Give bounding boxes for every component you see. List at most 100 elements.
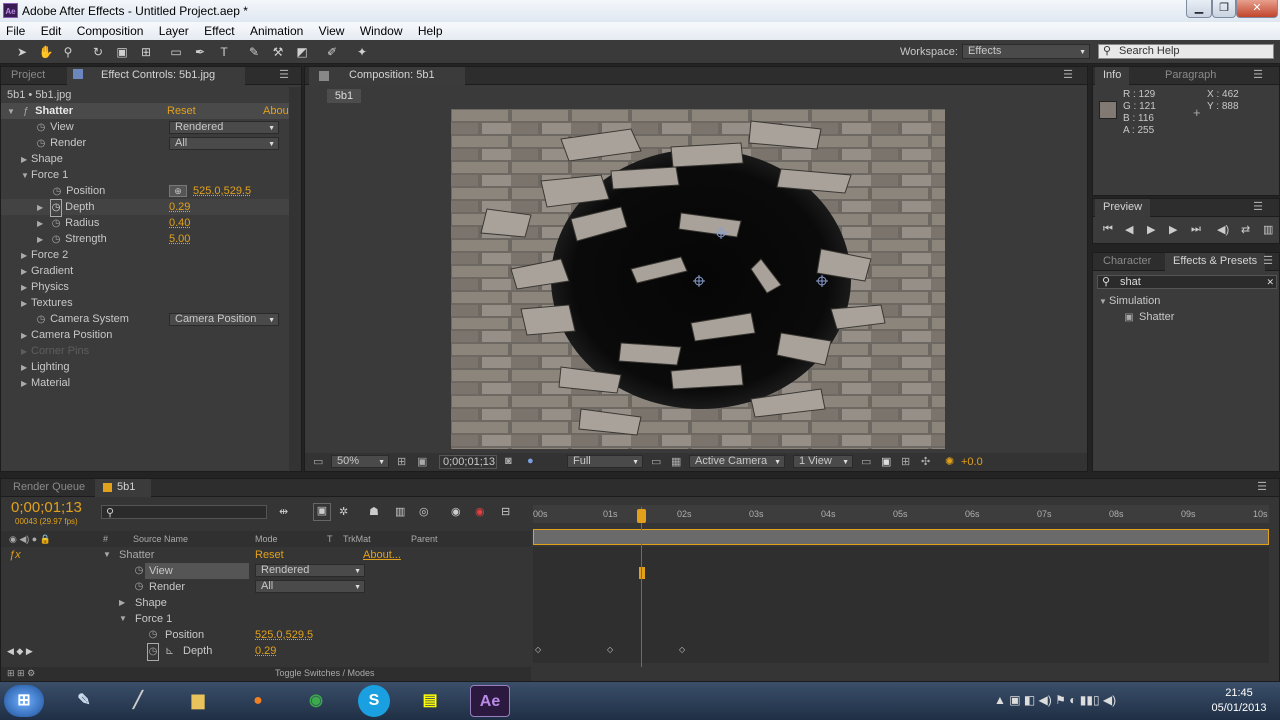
radius-value[interactable]: 0.40 — [169, 215, 190, 231]
stopwatch-icon[interactable]: ◷ — [35, 120, 47, 136]
next-frame-icon[interactable]: ▶ — [1169, 223, 1177, 236]
panel-menu-icon[interactable]: ☰ — [1263, 254, 1273, 267]
graph-editor-icon[interactable]: ⊟ — [501, 505, 510, 518]
crosshair-icon[interactable]: ⊕ — [169, 185, 187, 197]
group-textures[interactable]: ▶ Textures — [1, 295, 73, 311]
pan-behind-tool-icon[interactable]: ⊞ — [138, 44, 154, 60]
current-time-indicator[interactable] — [641, 507, 642, 667]
tab-paragraph[interactable]: Paragraph — [1157, 67, 1224, 85]
position-value[interactable]: 525.0,529.5 — [193, 183, 251, 199]
start-button-icon[interactable]: ⊞ — [4, 685, 44, 717]
current-time-display[interactable]: 0;00;01;13 — [439, 455, 497, 469]
category-simulation[interactable]: ▼ Simulation — [1099, 293, 1160, 309]
pen-icon[interactable]: ╱ — [118, 685, 158, 717]
brainstorm-icon[interactable]: ◉ — [451, 505, 461, 518]
menu-window[interactable]: Window — [354, 22, 409, 38]
stopwatch-icon[interactable]: ◷ — [35, 312, 47, 328]
rotate-tool-icon[interactable]: ↻ — [90, 44, 106, 60]
view-layout-select[interactable]: 1 View — [793, 455, 853, 468]
maximize-button[interactable]: ❐ — [1212, 0, 1236, 18]
exposure-value[interactable]: +0.0 — [961, 456, 983, 468]
pixel-aspect-icon[interactable]: ▭ — [861, 455, 871, 468]
menu-animation[interactable]: Animation — [244, 22, 309, 38]
menu-file[interactable]: File — [0, 22, 31, 38]
stopwatch-icon[interactable]: ◷ — [147, 627, 159, 643]
camera-system-select[interactable]: Camera Position — [169, 313, 279, 326]
previous-frame-icon[interactable]: ◀ — [1125, 223, 1133, 236]
panel-menu-icon[interactable]: ☰ — [1257, 480, 1267, 493]
group-material[interactable]: ▶ Material — [1, 375, 70, 391]
pen-tool-icon[interactable]: ✒ — [192, 44, 208, 60]
keyframe-diamond-icon[interactable]: ◇ — [535, 645, 541, 654]
menu-composition[interactable]: Composition — [71, 22, 150, 38]
group-shape[interactable]: ▶ Shape — [1, 151, 63, 167]
snapshot-icon[interactable]: ◙ — [505, 455, 512, 467]
ram-preview-icon[interactable]: ▥ — [1263, 223, 1273, 236]
tab-project[interactable]: Project — [3, 67, 53, 85]
eraser-tool-icon[interactable]: ◩ — [294, 44, 310, 60]
row-view[interactable]: ◷ View Rendered — [1, 563, 531, 579]
view-select[interactable]: Rendered — [169, 121, 279, 134]
tab-info[interactable]: Info — [1095, 67, 1130, 85]
group-gradient[interactable]: ▶ Gradient — [1, 263, 73, 279]
tab-composition[interactable]: Composition: 5b1 — [309, 67, 465, 85]
menu-edit[interactable]: Edit — [35, 22, 68, 38]
fx-icon[interactable]: ƒ — [20, 104, 32, 120]
group-force2[interactable]: ▶ Force 2 — [1, 247, 68, 263]
view-select[interactable]: Rendered — [255, 564, 365, 577]
tab-effects-presets[interactable]: Effects & Presets — [1165, 253, 1266, 271]
render-select[interactable]: All — [169, 137, 279, 150]
camera-tool-icon[interactable]: ▣ — [114, 44, 130, 60]
comp-breadcrumb[interactable]: 5b1 — [327, 89, 361, 103]
menu-effect[interactable]: Effect — [198, 22, 240, 38]
search-help-input[interactable]: ⚲ Search Help — [1098, 44, 1274, 59]
loop-icon[interactable]: ⇄ — [1241, 223, 1250, 236]
fast-previews-icon[interactable]: ▣ — [881, 455, 891, 468]
about-link[interactable]: Abou — [263, 103, 289, 119]
effect-row-shatter[interactable]: ▼ ƒ Shatter Reset Abou — [1, 103, 289, 119]
minimize-button[interactable]: ▁ — [1186, 0, 1212, 18]
menu-layer[interactable]: Layer — [153, 22, 195, 38]
row-shape[interactable]: ▶ Shape — [1, 595, 531, 611]
type-tool-icon[interactable]: T — [216, 44, 232, 60]
roto-brush-tool-icon[interactable]: ✐ — [324, 44, 340, 60]
stopwatch-icon[interactable]: ◷ — [133, 563, 145, 579]
menu-view[interactable]: View — [313, 22, 351, 38]
row-position[interactable]: ◷ Position 525.0,529.5 — [1, 627, 531, 643]
expand-panes-icon[interactable]: ⊞ ⊞ ⚙ — [7, 668, 35, 679]
transparency-grid-icon[interactable]: ▦ — [671, 455, 681, 468]
work-area-bar[interactable] — [533, 529, 1269, 545]
last-frame-icon[interactable]: ⏭ — [1191, 223, 1201, 236]
flowchart-icon[interactable]: ✣ — [921, 455, 930, 468]
show-channel-icon[interactable]: ● — [527, 455, 534, 467]
safe-zones-icon[interactable]: ⊞ — [397, 455, 406, 468]
hand-tool-icon[interactable]: ✋ — [38, 44, 54, 60]
system-tray-icons[interactable]: ▲ ▣ ◧ ◀) ⚑ ◐ ▮▮▯ ◀) — [994, 693, 1116, 707]
position-value[interactable]: 525.0,529.5 — [255, 627, 313, 643]
hold-keyframe-marker[interactable] — [639, 567, 645, 579]
puppet-pin-tool-icon[interactable]: ✦ — [354, 44, 370, 60]
col-source-name[interactable]: Source Name — [133, 531, 188, 547]
panel-menu-icon[interactable]: ☰ — [1253, 200, 1263, 213]
clone-stamp-tool-icon[interactable]: ⚒ — [270, 44, 286, 60]
clear-search-icon[interactable]: ✕ — [1266, 276, 1274, 288]
reset-link[interactable]: Reset — [255, 547, 284, 563]
col-t[interactable]: T — [327, 531, 333, 547]
scrollbar[interactable] — [289, 87, 301, 471]
always-preview-icon[interactable]: ▭ — [313, 455, 323, 468]
playhead-handle[interactable] — [637, 509, 646, 523]
col-mode[interactable]: Mode — [255, 531, 278, 547]
menu-help[interactable]: Help — [412, 22, 449, 38]
row-render[interactable]: ◷ Render All — [1, 579, 531, 595]
depth-value[interactable]: 0.29 — [255, 643, 276, 659]
effect-item-shatter[interactable]: ▣ Shatter — [1123, 309, 1174, 325]
collapse-triangle-icon[interactable]: ▼ — [7, 104, 17, 120]
group-camera-position[interactable]: ▶ Camera Position — [1, 327, 112, 343]
auto-keyframe-icon[interactable]: ◉ — [475, 505, 485, 518]
stopwatch-icon[interactable]: ◷ — [51, 184, 63, 200]
stopwatch-icon[interactable]: ◷ — [50, 216, 62, 232]
selection-tool-icon[interactable]: ➤ — [14, 44, 30, 60]
close-button[interactable]: ✕ — [1236, 0, 1278, 18]
strength-value[interactable]: 5.00 — [169, 231, 190, 247]
collapse-triangle-icon[interactable]: ▼ — [103, 547, 113, 563]
